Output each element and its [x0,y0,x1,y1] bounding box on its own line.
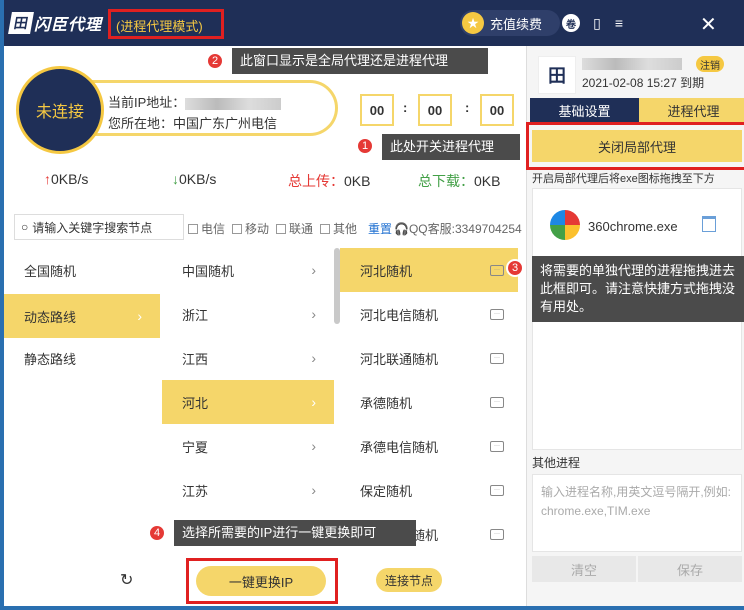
ip-value-redacted [185,97,282,110]
message-icon[interactable]: ··· [490,264,504,276]
filter-telecom[interactable]: 电信 [188,220,225,237]
upload-speed: ↑0KB/s [44,171,89,187]
callout-4: 选择所需要的IP进行一键更换即可 [174,520,416,546]
recharge-label: 充值续费 [490,16,543,32]
arrow-up-icon: ↑ [44,171,51,187]
timer-hours: 00 [360,94,394,126]
timer-colon: : [403,100,408,115]
filter-mobile[interactable]: 移动 [232,220,269,237]
region-item[interactable]: 浙江 › [162,292,334,336]
route-item[interactable]: 全国随机 [4,248,160,292]
close-local-proxy-button[interactable]: 关闭局部代理 [532,130,742,162]
save-button[interactable]: 保存 [638,556,742,582]
tab-process-proxy[interactable]: 进程代理 [639,98,744,122]
phone-icon[interactable]: ▯ [588,14,606,32]
callout-2: 此窗口显示是全局代理还是进程代理 [232,48,488,74]
arrow-down-icon: ↓ [172,171,179,187]
timer-seconds: 00 [480,94,514,126]
region-item[interactable]: 宁夏 › [162,424,334,468]
ip-label: 当前IP地址： [108,95,186,110]
logout-button[interactable]: 注销 [696,56,724,72]
search-placeholder: 请输入关键字搜索节点 [32,220,153,235]
chevron-right-icon: › [311,482,316,498]
message-icon[interactable]: ··· [490,528,504,540]
refresh-icon[interactable]: ↻ [120,570,133,590]
node-item[interactable]: 承德随机 ··· [340,380,518,424]
download-speed: ↓0KB/s [172,171,217,187]
total-download: 总下载：0KB [418,173,501,189]
message-icon[interactable]: ··· [490,484,504,496]
chevron-right-icon: › [311,438,316,454]
proxy-mode-label: (进程代理模式) [116,19,203,34]
location-line: 您所在地：中国广东广州电信 [108,113,277,132]
trash-icon[interactable] [702,216,716,232]
region-item[interactable]: 江苏 › [162,468,334,512]
connect-node-button[interactable]: 连接节点 [376,568,442,592]
message-icon[interactable]: ··· [490,352,504,364]
reset-link[interactable]: 重置 [368,220,392,237]
chevron-right-icon: › [137,308,142,324]
chevron-right-icon: › [311,394,316,410]
drag-hint: 开启局部代理后将exe图标拖拽至下方 [532,173,715,185]
other-process-label: 其他进程 [532,456,581,470]
region-item[interactable]: 江西 › [162,336,334,380]
recharge-button[interactable]: ★ 充值续费 [460,10,560,36]
filter-other[interactable]: 其他 [320,220,357,237]
location-value: 中国广东广州电信 [173,116,278,131]
close-icon[interactable]: ✕ [700,12,717,37]
location-label: 您所在地： [108,116,174,131]
route-item[interactable]: 动态路线 › [4,294,160,338]
app-window: 田 闪臣代理 (进程代理模式) ★ 充值续费 卷 ▯ ≡ ✕ 2 此窗口显示是全… [4,0,744,606]
star-icon: ★ [462,12,484,34]
qq-support[interactable]: 🎧QQ客服:3349704254 [394,220,528,237]
region-item[interactable]: 中国随机 › [162,248,334,292]
callout-badge-4: 4 [148,524,166,542]
node-item[interactable]: 河北联通随机 ··· [340,336,518,380]
callout-badge-3: 3 [506,259,524,277]
message-icon[interactable]: ··· [490,308,504,320]
checkbox-icon [276,223,286,234]
app-logo: 田 闪臣代理 [8,11,103,35]
connection-status: 未连接 [16,66,104,154]
total-upload: 总上传：0KB [288,173,371,189]
other-process-input[interactable]: 输入进程名称,用英文逗号隔开,例如: chrome.exe,TIM.exe [532,474,742,552]
timer-colon: : [465,100,470,115]
expire-date: 2021-02-08 15:27 到期 [582,76,705,90]
headset-icon[interactable]: 卷 [562,14,580,32]
node-item[interactable]: 河北电信随机 ··· [340,292,518,336]
checkbox-icon [188,223,198,234]
checkbox-icon [232,223,242,234]
callout-3: 将需要的单独代理的进程拖拽进去此框即可。请注意快捷方式拖拽没有用处。 [532,256,744,322]
search-icon: ○ [21,220,29,234]
route-item[interactable]: 静态路线 [4,336,160,380]
node-item[interactable]: 承德电信随机 ··· [340,424,518,468]
logo-mark: 田 [8,12,34,34]
chrome-icon [550,210,580,240]
account-logo: 田 [538,56,576,94]
message-icon[interactable]: ··· [490,396,504,408]
message-icon[interactable]: ··· [490,440,504,452]
username-redacted [582,58,682,70]
clear-button[interactable]: 清空 [532,556,636,582]
filter-unicom[interactable]: 联通 [276,220,313,237]
timer-minutes: 00 [418,94,452,126]
chevron-right-icon: › [311,306,316,322]
callout-badge-1: 1 [356,137,374,155]
chevron-right-icon: › [311,262,316,278]
menu-icon[interactable]: ≡ [610,14,628,32]
checkbox-icon [320,223,330,234]
region-item[interactable]: 河北 › [162,380,334,424]
logo-text: 闪臣代理 [34,17,103,34]
node-item[interactable]: 河北随机 ··· [340,248,518,292]
chevron-right-icon: › [311,350,316,366]
node-item[interactable]: 保定随机 ··· [340,468,518,512]
callout-1: 此处开关进程代理 [382,134,520,160]
tab-basic-settings[interactable]: 基础设置 [530,98,639,122]
process-name: 360chrome.exe [588,219,678,234]
switch-ip-button[interactable]: 一键更换IP [196,566,326,596]
callout-badge-2: 2 [206,52,224,70]
ip-line: 当前IP地址： [108,92,282,111]
node-search-input[interactable]: ○ 请输入关键字搜索节点 [14,214,184,240]
